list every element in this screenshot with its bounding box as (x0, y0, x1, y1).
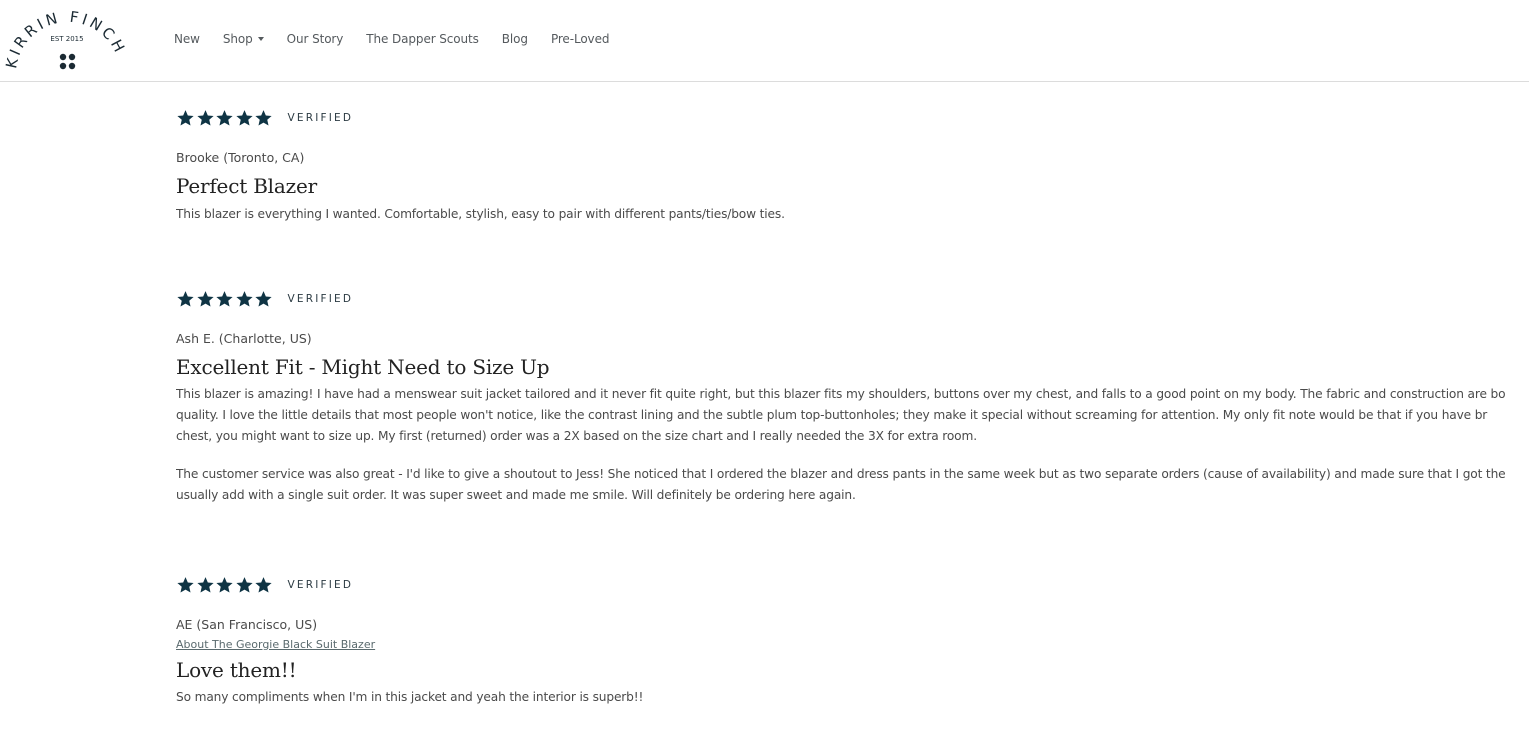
review-body-line: So many compliments when I'm in this jac… (176, 690, 644, 704)
star-icon (176, 290, 195, 308)
review-body: This blazer is everything I wanted. Comf… (176, 204, 1529, 225)
review-paragraph: The customer service was also great - I'… (176, 464, 1529, 506)
logo-established: EST 2015 (50, 35, 83, 43)
nav-label: Blog (501, 32, 528, 46)
review-title: Perfect Blazer (176, 174, 317, 198)
review-item: VERIFIED Ash E. (Charlotte, US) Excellen… (176, 289, 1529, 506)
review-item: VERIFIED Brooke (Toronto, CA) Perfect Bl… (176, 108, 1529, 225)
review-body-line: quality. I love the little details that … (176, 408, 1488, 422)
kirrin-finch-logo[interactable]: KIRRIN FINCH EST 2015 (2, 4, 132, 78)
review-body-line: chest, you might want to size up. My fir… (176, 429, 977, 443)
review-paragraph: This blazer is amazing! I have had a men… (176, 384, 1529, 447)
star-icon (215, 290, 234, 308)
nav-item-new[interactable]: New (174, 32, 200, 46)
star-icon (254, 576, 273, 594)
star-rating (176, 109, 274, 127)
logo-dot (68, 53, 76, 61)
review-body-line: The customer service was also great - I'… (176, 467, 1506, 481)
logo-dot (59, 53, 67, 61)
nav-label: Pre-Loved (550, 32, 610, 46)
star-icon (235, 290, 254, 308)
review-title: Excellent Fit - Might Need to Size Up (176, 355, 550, 379)
verified-badge: VERIFIED (287, 112, 354, 124)
star-icon (176, 576, 195, 594)
nav-label: Our Story (286, 32, 344, 46)
logo-mark: KIRRIN FINCH EST 2015 (2, 8, 126, 70)
star-icon (235, 109, 254, 127)
star-icon (215, 109, 234, 127)
star-icon (196, 290, 215, 308)
star-rating (176, 576, 274, 594)
nav-item-our-story[interactable]: Our Story (287, 32, 344, 46)
nav-item-dapper-scouts[interactable]: The Dapper Scouts (366, 32, 479, 46)
product-link[interactable]: About The Georgie Black Suit Blazer (176, 638, 375, 651)
review-author: AE (San Francisco, US) (176, 617, 318, 632)
star-icon (196, 576, 215, 594)
nav-item-blog[interactable]: Blog (502, 32, 528, 46)
review-author: Brooke (Toronto, CA) (176, 150, 305, 165)
star-rating (176, 290, 274, 308)
nav-item-shop[interactable]: Shop (223, 32, 264, 46)
nav-label: The Dapper Scouts (366, 32, 479, 46)
site-header: KIRRIN FINCH EST 2015 New Shop Our Story… (0, 0, 1529, 82)
review-body-line: This blazer is everything I wanted. Comf… (176, 207, 785, 221)
verified-badge: VERIFIED (287, 293, 354, 305)
main-nav: New Shop Our Story The Dapper Scouts Blo… (174, 32, 632, 46)
review-item: VERIFIED AE (San Francisco, US) About Th… (176, 575, 1529, 708)
review-body-line: This blazer is amazing! I have had a men… (176, 387, 1506, 401)
review-author: Ash E. (Charlotte, US) (176, 331, 312, 346)
star-icon (235, 576, 254, 594)
rating-row: VERIFIED (176, 575, 1529, 595)
review-body: So many compliments when I'm in this jac… (176, 687, 1529, 708)
verified-badge: VERIFIED (287, 579, 354, 591)
logo-dot (59, 62, 67, 70)
star-icon (254, 109, 273, 127)
logo-dot (68, 62, 76, 70)
rating-row: VERIFIED (176, 108, 1529, 128)
star-icon (215, 576, 234, 594)
caret-down-icon (257, 37, 264, 41)
review-title: Love them!! (176, 658, 297, 682)
star-icon (196, 109, 215, 127)
star-icon (254, 290, 273, 308)
nav-label: Shop (222, 32, 253, 46)
nav-label: New (174, 32, 200, 46)
review-body-line: usually add with a single suit order. It… (176, 488, 856, 502)
star-icon (176, 109, 195, 127)
nav-item-pre-loved[interactable]: Pre-Loved (550, 32, 610, 46)
review-body: This blazer is amazing! I have had a men… (176, 384, 1529, 506)
rating-row: VERIFIED (176, 289, 1529, 309)
